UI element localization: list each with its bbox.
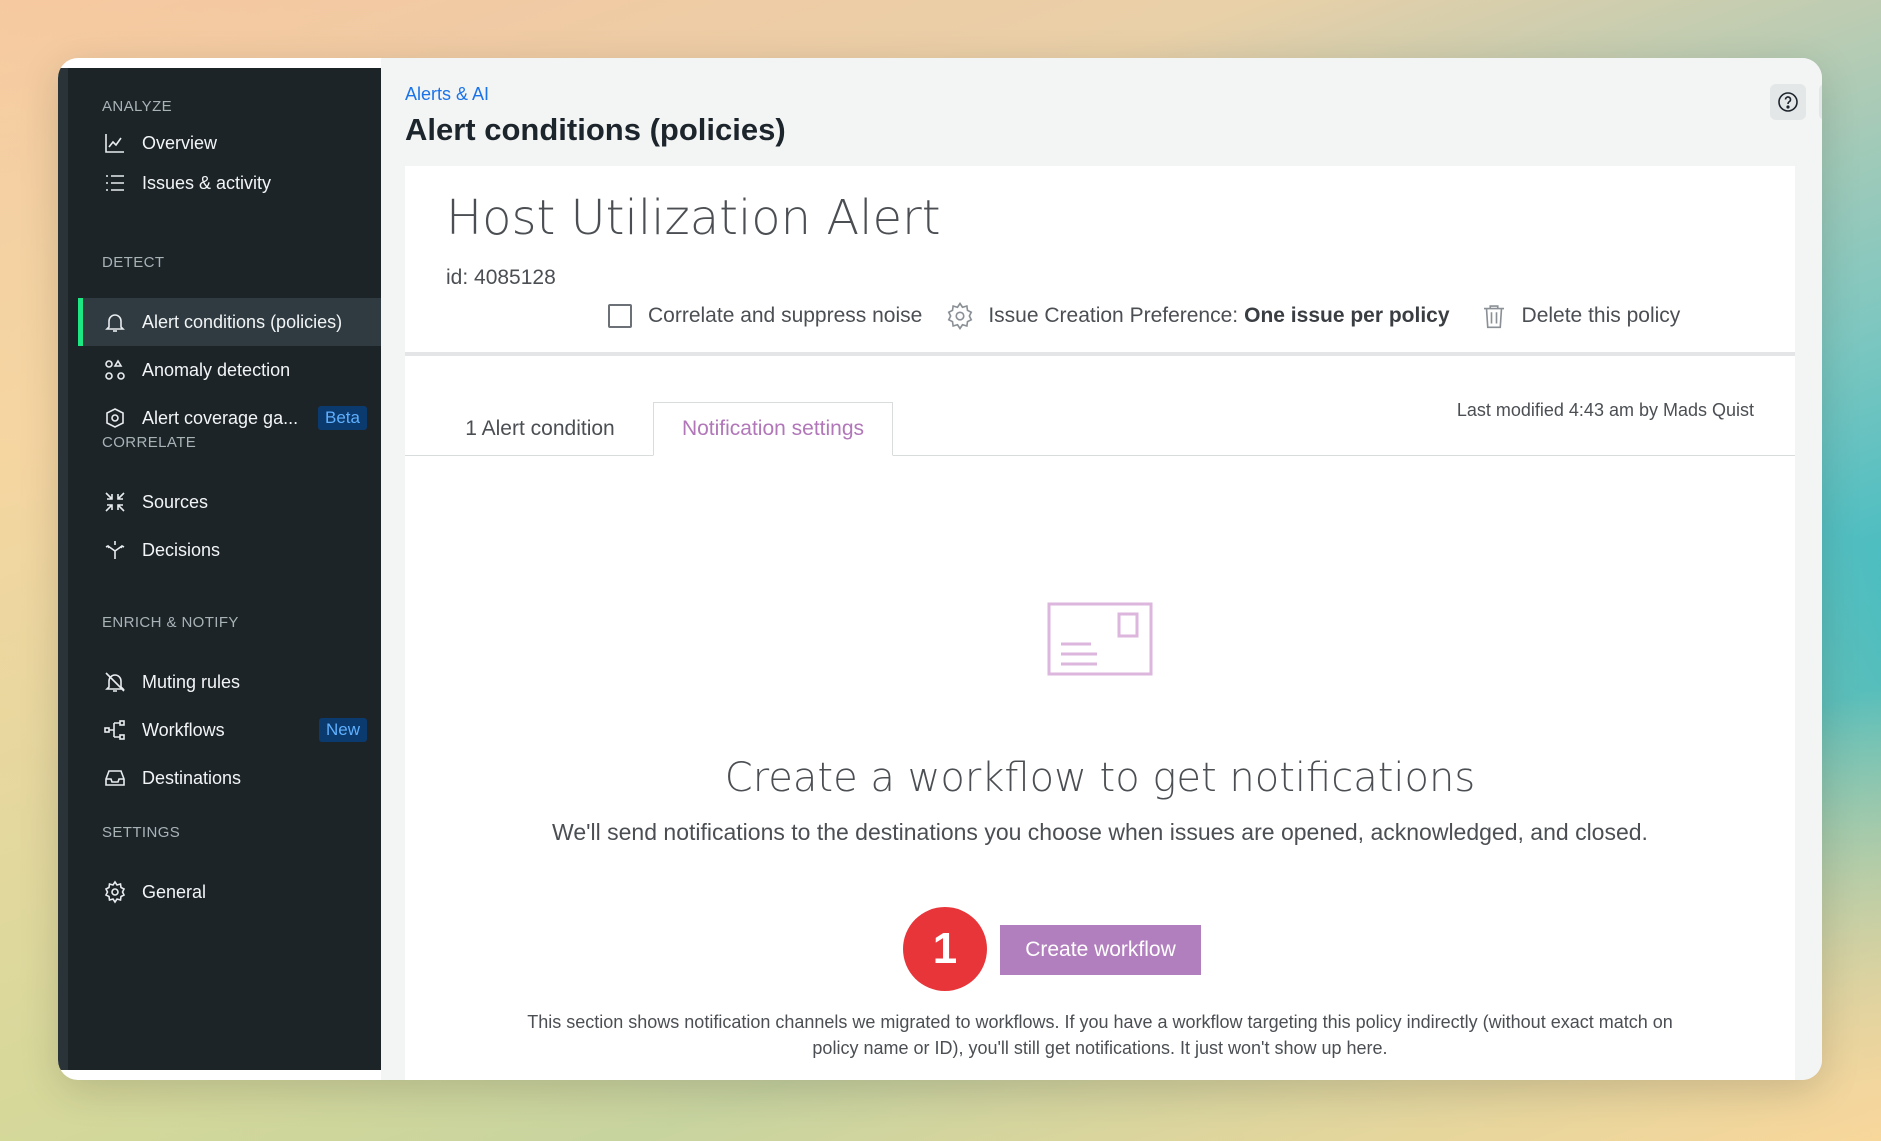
main-content: Alerts & AI Alert conditions (policies) …: [381, 58, 1822, 1080]
empty-state-description: We'll send notifications to the destinat…: [552, 819, 1648, 845]
sidebar-item-label: Destinations: [142, 767, 242, 788]
section-label-enrich-notify: ENRICH & NOTIFY: [102, 614, 239, 631]
new-badge: New: [318, 718, 367, 742]
bell-icon: [102, 309, 128, 335]
migration-note: This section shows notification channels…: [527, 1012, 1673, 1058]
section-label-settings: SETTINGS: [102, 824, 181, 841]
section-label-detect: DETECT: [102, 254, 165, 271]
sidebar-item-issues[interactable]: Issues & activity: [78, 159, 381, 207]
policy-header: Host Utilization Alert id: 4085128 Corre…: [405, 166, 1795, 356]
app-window: ANALYZE Overview Issues & activity DETEC…: [58, 58, 1822, 1080]
inbox-icon: [102, 765, 128, 791]
copy-link-button[interactable]: [1819, 84, 1822, 120]
sources-icon: [102, 489, 128, 515]
correlate-checkbox[interactable]: [608, 304, 632, 328]
last-modified: Last modified 4:43 am by Mads Quist: [1456, 400, 1754, 420]
delete-policy-label: Delete this policy: [1521, 304, 1681, 327]
correlate-label[interactable]: Correlate and suppress noise: [648, 304, 922, 328]
sidebar-item-decisions[interactable]: Decisions: [78, 526, 381, 574]
bell-off-icon: [102, 669, 128, 695]
sidebar-item-label: Muting rules: [142, 671, 241, 692]
issue-preference-label: Issue Creation Preference:: [988, 304, 1239, 327]
sidebar-item-label: Anomaly detection: [142, 359, 291, 380]
beta-badge: Beta: [318, 406, 367, 430]
issue-preference-value: One issue per policy: [1244, 304, 1450, 327]
page-title: Alert conditions (policies): [405, 112, 786, 147]
workflow-icon: [102, 717, 128, 743]
envelope-icon: [1047, 602, 1153, 676]
sidebar-item-label: Alert coverage ga...: [142, 407, 299, 428]
create-workflow-button[interactable]: Create workflow: [1000, 925, 1201, 975]
sidebar-item-label: Workflows: [142, 719, 225, 740]
breadcrumb[interactable]: Alerts & AI: [405, 84, 489, 105]
sidebar-item-workflows[interactable]: Workflows New: [78, 706, 381, 754]
trash-icon: [1478, 300, 1510, 332]
sidebar-item-label: Alert conditions (policies): [142, 311, 343, 332]
nodes-icon: [102, 357, 128, 383]
coverage-icon: [102, 405, 128, 431]
sidebar-item-general[interactable]: General: [78, 868, 381, 916]
policy-card: Host Utilization Alert id: 4085128 Corre…: [405, 166, 1795, 1080]
sidebar-item-sources[interactable]: Sources: [78, 478, 381, 526]
sidebar-item-muting-rules[interactable]: Muting rules: [78, 658, 381, 706]
step-badge: 1: [903, 907, 987, 991]
sidebar-item-label: Overview: [142, 132, 218, 153]
sidebar: ANALYZE Overview Issues & activity DETEC…: [58, 68, 381, 1070]
sidebar-item-label: Issues & activity: [142, 172, 272, 193]
sidebar-item-destinations[interactable]: Destinations: [78, 754, 381, 802]
section-label-analyze: ANALYZE: [102, 98, 173, 115]
tab-notification-settings[interactable]: Notification settings: [653, 402, 893, 456]
delete-policy-button[interactable]: Delete this policy: [1478, 300, 1681, 332]
gear-icon: [944, 300, 976, 332]
sidebar-item-label: Sources: [142, 491, 209, 512]
empty-state: Create a workflow to get notifications W…: [405, 457, 1795, 1080]
policy-id: id: 4085128: [446, 266, 556, 289]
empty-state-title: Create a workflow to get notifications: [724, 755, 1476, 801]
cta-row: 1 Create workflow: [405, 907, 1795, 991]
section-label-correlate: CORRELATE: [102, 434, 197, 451]
sidebar-item-anomaly-detection[interactable]: Anomaly detection: [78, 346, 381, 394]
chart-icon: [102, 130, 128, 156]
tab-alert-conditions[interactable]: 1 Alert condition: [440, 402, 640, 456]
tabs-bar: 1 Alert condition Notification settings …: [405, 360, 1795, 456]
policy-actions: Correlate and suppress noise Issue Creat…: [608, 300, 1680, 332]
sidebar-item-label: Decisions: [142, 539, 221, 560]
sidebar-item-label: General: [142, 881, 207, 902]
help-icon: [1776, 90, 1800, 114]
gear-icon: [102, 879, 128, 905]
help-button[interactable]: [1770, 84, 1806, 120]
policy-name[interactable]: Host Utilization Alert: [446, 190, 941, 246]
issue-preference-button[interactable]: Issue Creation Preference: One issue per…: [944, 300, 1450, 332]
list-icon: [102, 170, 128, 196]
decisions-icon: [102, 537, 128, 563]
sidebar-item-alert-conditions[interactable]: Alert conditions (policies): [78, 298, 381, 346]
